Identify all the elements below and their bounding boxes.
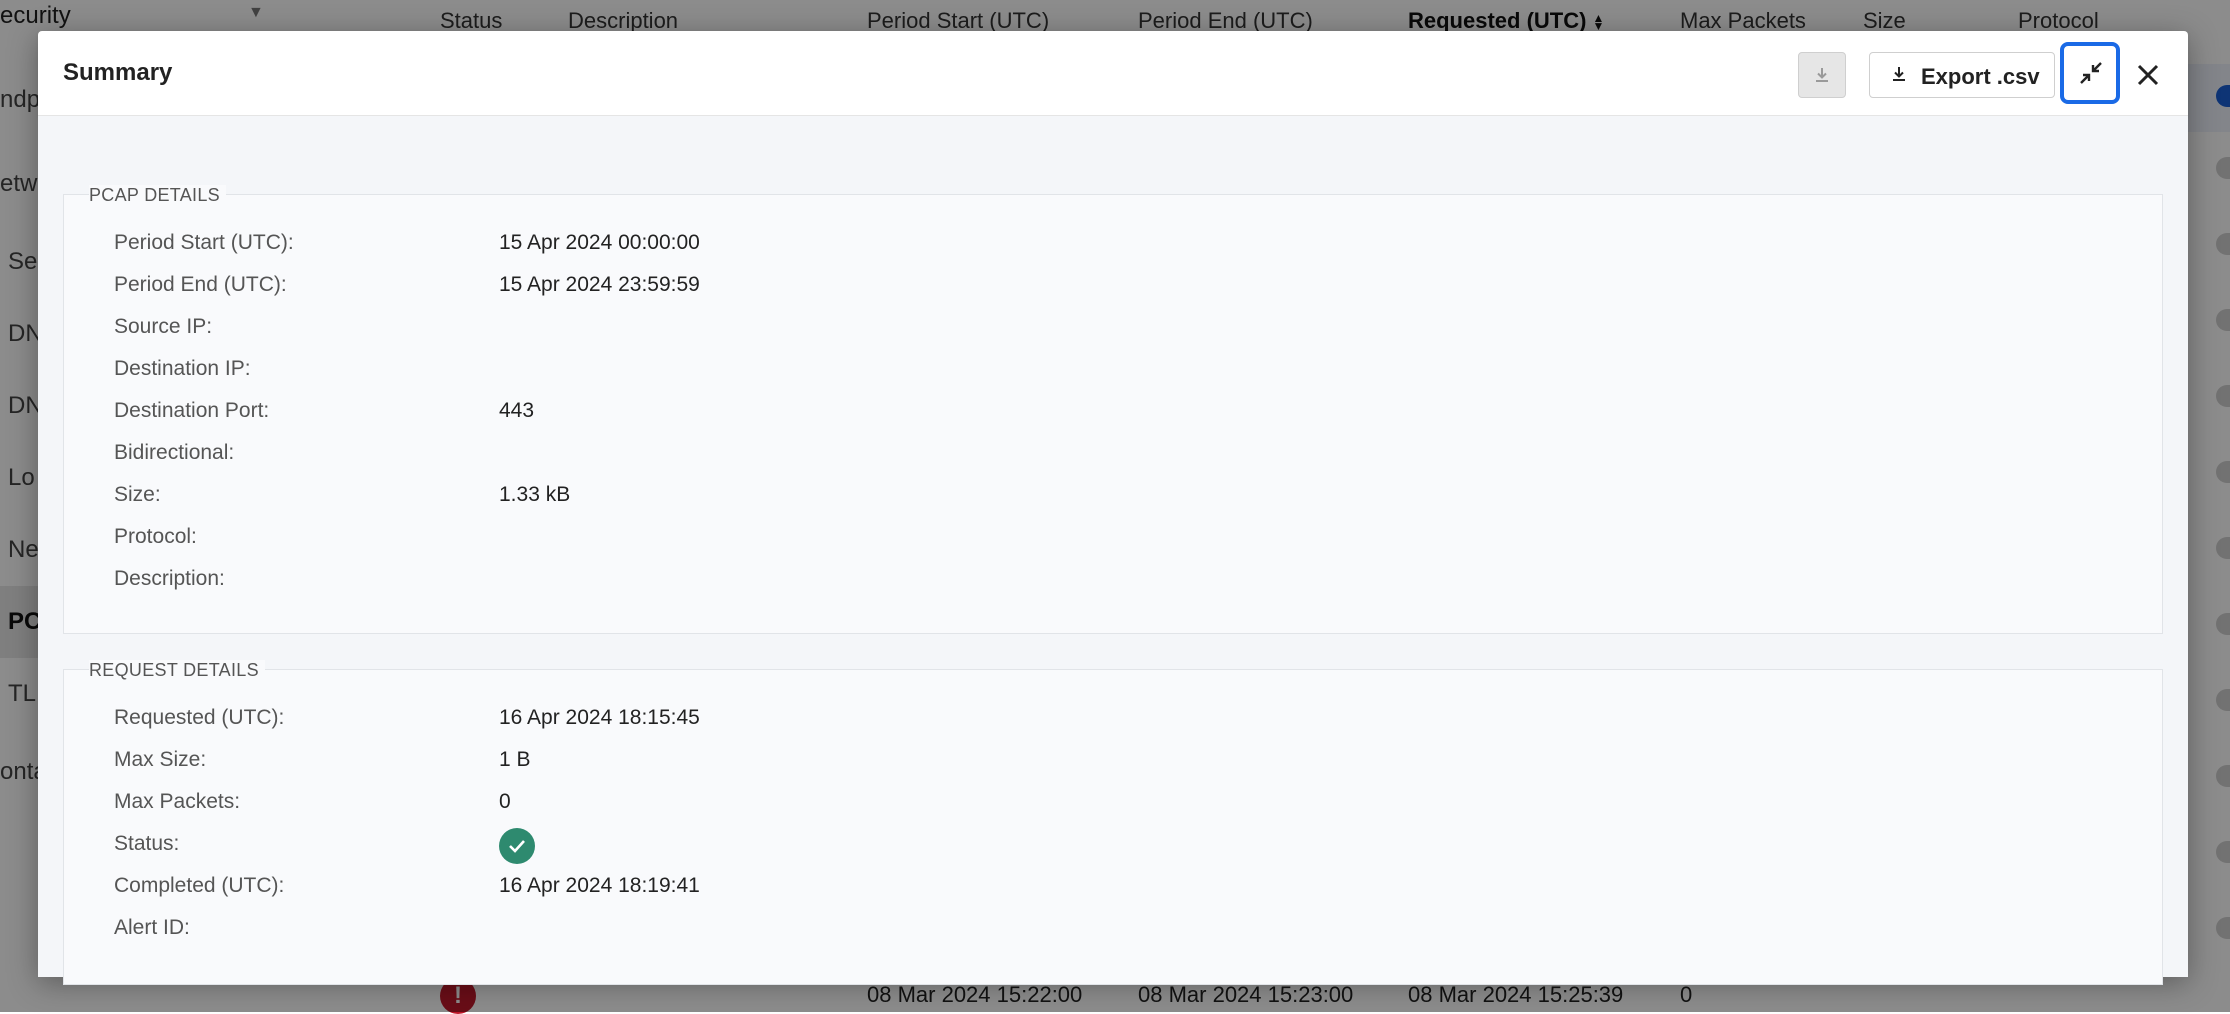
field-label: Requested (UTC):: [114, 706, 285, 729]
field-label: Description:: [114, 567, 225, 590]
modal-body: PCAP DETAILS Period Start (UTC): 15 Apr …: [38, 116, 2188, 985]
download-icon: [1893, 67, 1905, 81]
section-title: PCAP DETAILS: [89, 185, 226, 206]
close-modal-button[interactable]: [2130, 57, 2166, 93]
download-pcap-button[interactable]: [1798, 52, 1846, 98]
download-icon: [1816, 68, 1828, 82]
field-label: Period End (UTC):: [114, 273, 287, 296]
field-value: 15 Apr 2024 00:00:00: [499, 231, 700, 254]
export-csv-label: Export .csv: [1921, 64, 2040, 89]
field-label: Period Start (UTC):: [114, 231, 294, 254]
field-label: Max Packets:: [114, 790, 241, 813]
field-label: Bidirectional:: [114, 441, 235, 464]
field-label: Max Size:: [114, 748, 207, 771]
field-label: Destination IP:: [114, 357, 251, 380]
modal-header: Summary Export .csv: [38, 31, 2188, 116]
field-value: 443: [499, 399, 535, 422]
field-value: 16 Apr 2024 18:19:41: [499, 874, 700, 897]
pcap-details-section: PCAP DETAILS Period Start (UTC): 15 Apr …: [63, 185, 2163, 634]
field-label: Status:: [114, 832, 180, 855]
modal-title: Summary: [63, 59, 173, 86]
field-label: Protocol:: [114, 525, 197, 548]
check-circle-icon: [499, 828, 535, 864]
request-details-section: REQUEST DETAILS Requested (UTC): 16 Apr …: [63, 660, 2163, 985]
field-label: Size:: [114, 483, 161, 506]
field-value: 0: [499, 790, 511, 813]
field-value: 15 Apr 2024 23:59:59: [499, 273, 700, 296]
export-csv-button[interactable]: Export .csv: [1869, 52, 2055, 98]
field-label: Completed (UTC):: [114, 874, 285, 897]
field-value: 1 B: [499, 748, 531, 771]
section-title: REQUEST DETAILS: [89, 660, 265, 681]
field-label: Source IP:: [114, 315, 213, 338]
field-value: 16 Apr 2024 18:15:45: [499, 706, 700, 729]
summary-modal: Summary Export .csv PCAP DETAILS Period …: [38, 31, 2188, 985]
field-label: Destination Port:: [114, 399, 270, 422]
collapse-icon: [2080, 62, 2102, 84]
field-label: Alert ID:: [114, 916, 190, 939]
field-value: 1.33 kB: [499, 483, 571, 506]
collapse-modal-button[interactable]: [2060, 42, 2120, 104]
close-icon: [2137, 64, 2159, 86]
